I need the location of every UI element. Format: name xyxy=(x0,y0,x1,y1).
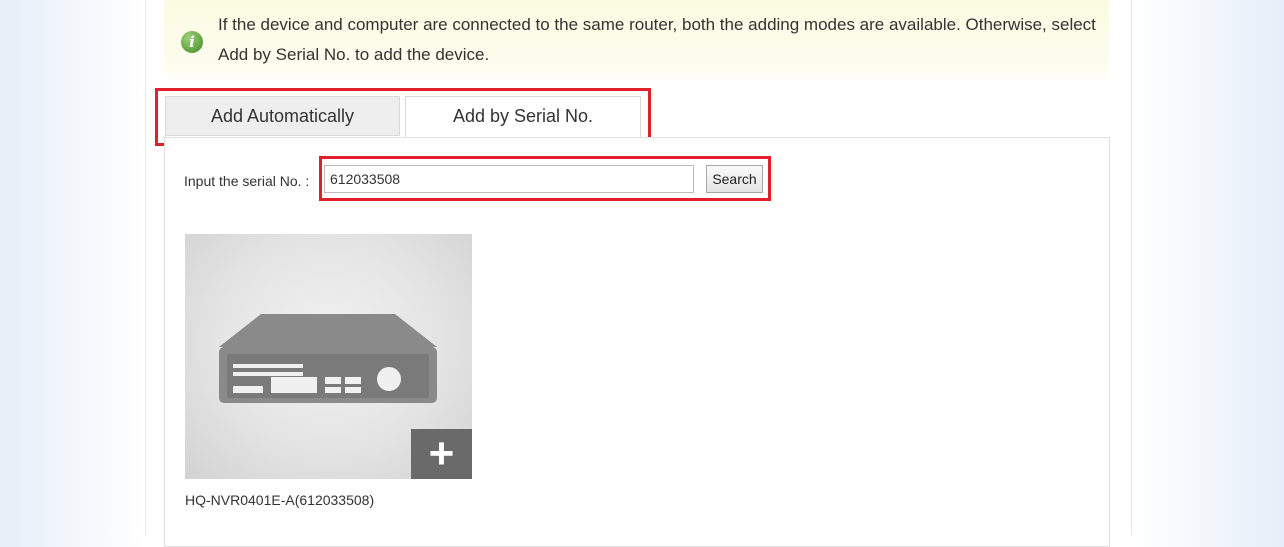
plus-icon[interactable]: + xyxy=(411,429,472,479)
info-notice: i If the device and computer are connect… xyxy=(164,0,1109,82)
main-panel: i If the device and computer are connect… xyxy=(145,0,1132,547)
search-highlight-box xyxy=(319,156,771,201)
device-card[interactable]: + xyxy=(185,234,472,479)
serial-input-label: Input the serial No. : xyxy=(184,173,310,189)
nvr-device-icon xyxy=(219,314,437,403)
info-icon: i xyxy=(181,31,203,53)
notice-text: If the device and computer are connected… xyxy=(218,15,1096,64)
device-name-label: HQ-NVR0401E-A(612033508) xyxy=(185,492,375,508)
